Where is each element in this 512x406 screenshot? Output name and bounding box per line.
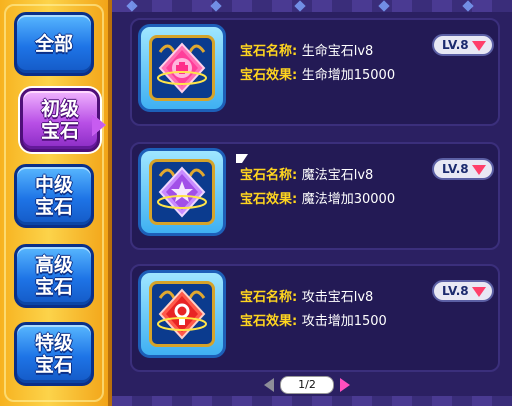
gem-effect-label: 宝石效果: (240, 314, 298, 329)
mouse-cursor-icon (236, 154, 248, 163)
gem-icon-frame (138, 270, 226, 358)
page-indicator: 1/2 (280, 376, 334, 394)
category-basic-label: 初级 宝石 (40, 98, 79, 142)
panel-bottom-border (112, 396, 512, 406)
category-all-label: 全部 (34, 33, 73, 55)
gem-card[interactable]: 宝石名称: 攻击宝石lv8 宝石效果: 攻击增加1500 LV.8 (130, 264, 500, 372)
level-label: LV.8 (442, 162, 469, 176)
gem-card[interactable]: 宝石名称: 生命宝石lv8 宝石效果: 生命增加15000 LV.8 (130, 18, 500, 126)
gem-name-label: 宝石名称: (240, 168, 298, 183)
pagination: 1/2 (264, 376, 350, 394)
attack-gem-icon (157, 288, 207, 340)
level-dropdown[interactable]: LV.8 (432, 158, 494, 180)
level-label: LV.8 (442, 38, 469, 52)
category-advanced-gem-button[interactable]: 高级 宝石 (14, 244, 94, 308)
gem-list-panel: 宝石名称: 生命宝石lv8 宝石效果: 生命增加15000 LV.8 宝石名称:… (112, 0, 512, 406)
dropdown-arrow-icon[interactable] (472, 41, 486, 51)
heart-cross-gem-icon (157, 42, 207, 94)
gem-effect-value: 生命增加15000 (301, 68, 396, 83)
gem-name-label: 宝石名称: (240, 290, 298, 305)
gem-category-sidebar: 全部 初级 宝石 中级 宝石 高级 宝石 特级 宝石 (0, 0, 112, 406)
category-advanced-label: 高级 宝石 (34, 254, 73, 298)
star-magic-gem-icon (157, 166, 207, 218)
next-page-arrow-icon[interactable] (340, 378, 350, 392)
category-special-label: 特级 宝石 (34, 332, 73, 376)
prev-page-arrow-icon[interactable] (264, 378, 274, 392)
level-label: LV.8 (442, 284, 469, 298)
active-category-arrow-icon (92, 114, 106, 136)
gem-name-value: 魔法宝石lv8 (301, 168, 374, 183)
gem-effect-value: 魔法增加30000 (301, 192, 396, 207)
gem-name-value: 生命宝石lv8 (301, 44, 374, 59)
dropdown-arrow-icon[interactable] (472, 165, 486, 175)
gem-name-label: 宝石名称: (240, 44, 298, 59)
level-dropdown[interactable]: LV.8 (432, 34, 494, 56)
category-intermediate-label: 中级 宝石 (34, 174, 73, 218)
category-intermediate-gem-button[interactable]: 中级 宝石 (14, 164, 94, 228)
gem-icon-frame (138, 148, 226, 236)
category-basic-gem-button[interactable]: 初级 宝石 (20, 88, 100, 152)
panel-top-border (112, 0, 512, 12)
category-special-gem-button[interactable]: 特级 宝石 (14, 322, 94, 386)
gem-icon-frame (138, 24, 226, 112)
category-all-button[interactable]: 全部 (14, 12, 94, 76)
gem-effect-label: 宝石效果: (240, 192, 298, 207)
gem-effect-value: 攻击增加1500 (301, 314, 387, 329)
level-dropdown[interactable]: LV.8 (432, 280, 494, 302)
gem-name-value: 攻击宝石lv8 (301, 290, 374, 305)
dropdown-arrow-icon[interactable] (472, 287, 486, 297)
gem-card[interactable]: 宝石名称: 魔法宝石lv8 宝石效果: 魔法增加30000 LV.8 (130, 142, 500, 250)
gem-effect-label: 宝石效果: (240, 68, 298, 83)
